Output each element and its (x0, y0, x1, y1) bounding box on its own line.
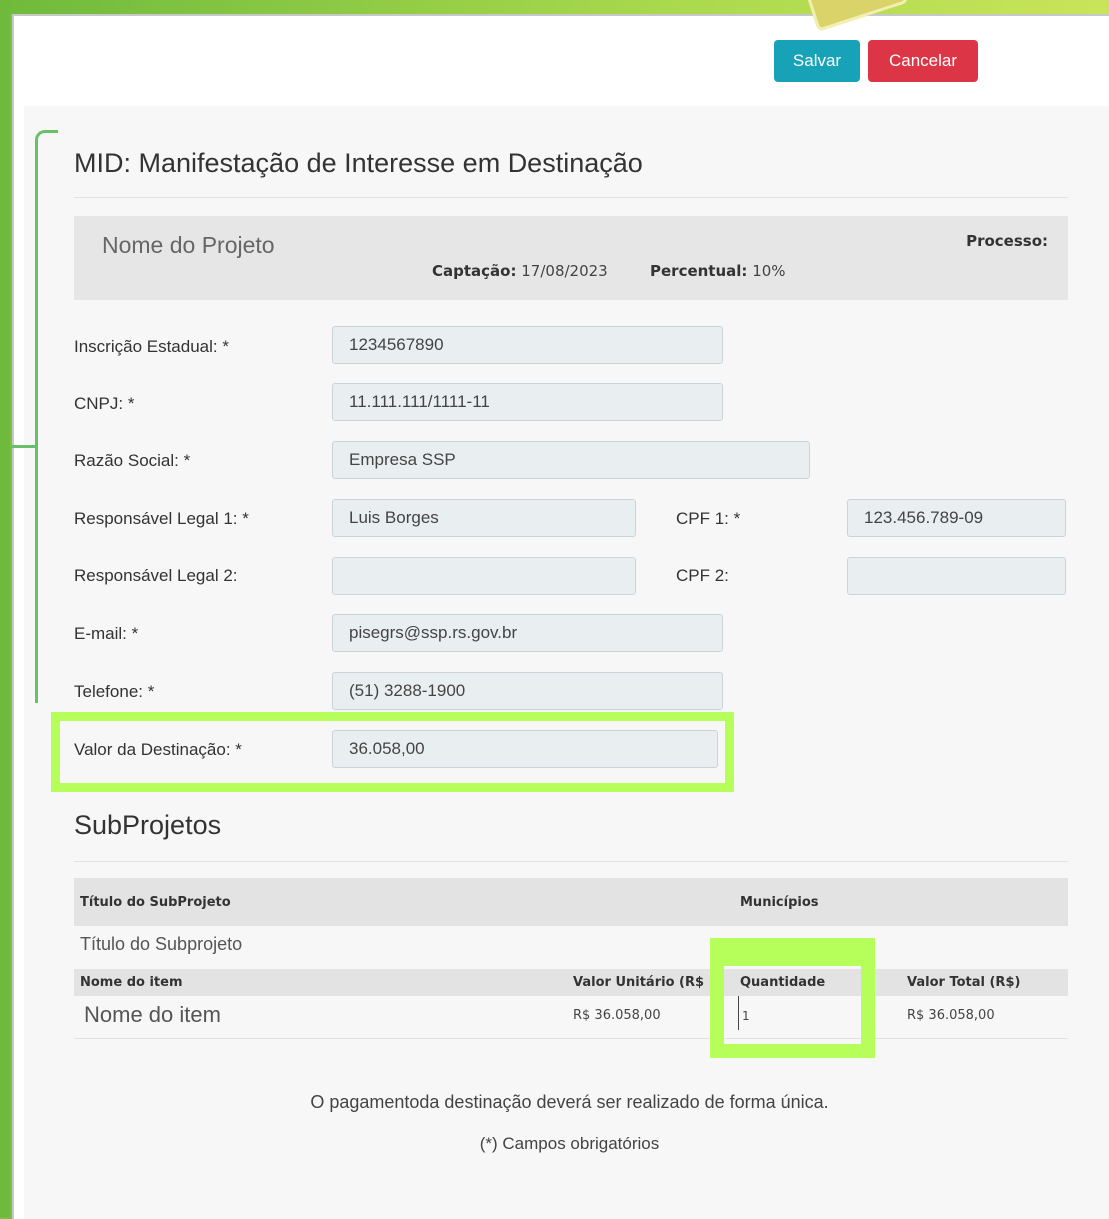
page-title: MID: Manifestação de Interesse em Destin… (74, 148, 643, 178)
percentual-value: 10% (752, 262, 786, 280)
subprojetos-title: SubProjetos (74, 810, 222, 840)
captacao-label: Captação: (432, 262, 517, 280)
item-valor-unitario: R$ 36.058,00 (573, 1008, 661, 1023)
percentual-label: Percentual: (650, 262, 748, 280)
save-button[interactable]: Salvar (774, 40, 860, 82)
razao-input[interactable]: Empresa SSP (332, 441, 810, 479)
project-summary-box: Nome do Projeto Processo: Captação: 17/0… (74, 216, 1068, 300)
payment-note: O pagamentoda destinação deverá ser real… (310, 1092, 829, 1112)
item-valor-total: R$ 36.058,00 (907, 1008, 995, 1023)
top-frame-decoration (0, 0, 1109, 14)
header-nome-item: Nome do item (80, 975, 183, 990)
inscricao-label: Inscrição Estadual: * (74, 337, 229, 356)
email-label: E-mail: * (74, 624, 139, 643)
item-row-divider (74, 1038, 1068, 1039)
resp1-input[interactable]: Luis Borges (332, 499, 636, 537)
resp2-input[interactable] (332, 557, 636, 595)
cnpj-label: CNPJ: * (74, 394, 135, 413)
header-valor-unitario: Valor Unitário (R$ (573, 975, 705, 990)
cpf2-input[interactable] (847, 557, 1066, 595)
header-titulo-subprojeto: Título do SubProjeto (80, 895, 231, 910)
percentual-info: Percentual: 10% (650, 262, 786, 280)
subproject-header-row: Título do SubProjeto Municípios (74, 878, 1068, 926)
required-fields-note: (*) Campos obrigatórios (479, 1134, 660, 1153)
cpf2-label: CPF 2: (676, 566, 729, 585)
telefone-input[interactable]: (51) 3288-1900 (332, 672, 723, 710)
left-frame-decoration (0, 0, 10, 1217)
item-name-cell: Nome do item (84, 1002, 221, 1027)
cnpj-input[interactable]: 11.111.111/1111-11 (332, 383, 723, 421)
cancel-button[interactable]: Cancelar (868, 40, 978, 82)
valor-highlight-box (51, 712, 734, 792)
resp2-label: Responsável Legal 2: (74, 566, 238, 585)
cpf1-label: CPF 1: * (676, 509, 741, 528)
email-input[interactable]: pisegrs@ssp.rs.gov.br (332, 614, 723, 652)
cpf1-input[interactable]: 123.456.789-09 (847, 499, 1066, 537)
header-valor-total: Valor Total (R$) (907, 975, 1021, 990)
title-divider (74, 197, 1068, 198)
resp1-label: Responsável Legal 1: * (74, 509, 249, 528)
telefone-label: Telefone: * (74, 682, 155, 701)
action-bar: Salvar Cancelar (14, 16, 1109, 106)
razao-label: Razão Social: * (74, 451, 191, 470)
header-municipios: Municípios (740, 895, 819, 910)
bracket-annotation-tip (12, 445, 38, 448)
bracket-annotation (35, 130, 58, 703)
quantidade-highlight-box (710, 938, 875, 1058)
item-header-row: Nome do item Valor Unitário (R$ Quantida… (74, 969, 1068, 996)
captacao-value: 17/08/2023 (521, 262, 608, 280)
subproject-title-cell: Título do Subprojeto (80, 934, 243, 954)
captacao-info: Captação: 17/08/2023 (432, 262, 608, 280)
processo-label: Processo: (966, 232, 1048, 250)
subprojetos-divider (74, 861, 1068, 862)
inscricao-input[interactable]: 1234567890 (332, 326, 723, 364)
project-name: Nome do Projeto (102, 232, 275, 258)
